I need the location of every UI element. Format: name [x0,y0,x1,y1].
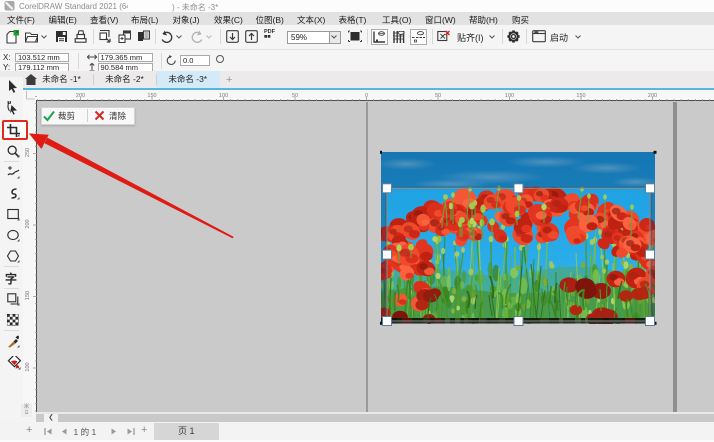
svg-text:200: 200 [648,93,657,99]
svg-text:50: 50 [435,93,441,99]
svg-text:100: 100 [219,93,228,99]
svg-text:150: 150 [147,93,156,99]
svg-text:100: 100 [505,93,514,99]
svg-text:150: 150 [25,290,31,299]
svg-text:50: 50 [292,93,298,99]
svg-text:250: 250 [25,147,31,156]
svg-text:200: 200 [25,219,31,228]
svg-text:150: 150 [576,93,585,99]
svg-text:100: 100 [25,362,31,371]
svg-text:200: 200 [76,93,85,99]
svg-text:0: 0 [365,93,368,99]
